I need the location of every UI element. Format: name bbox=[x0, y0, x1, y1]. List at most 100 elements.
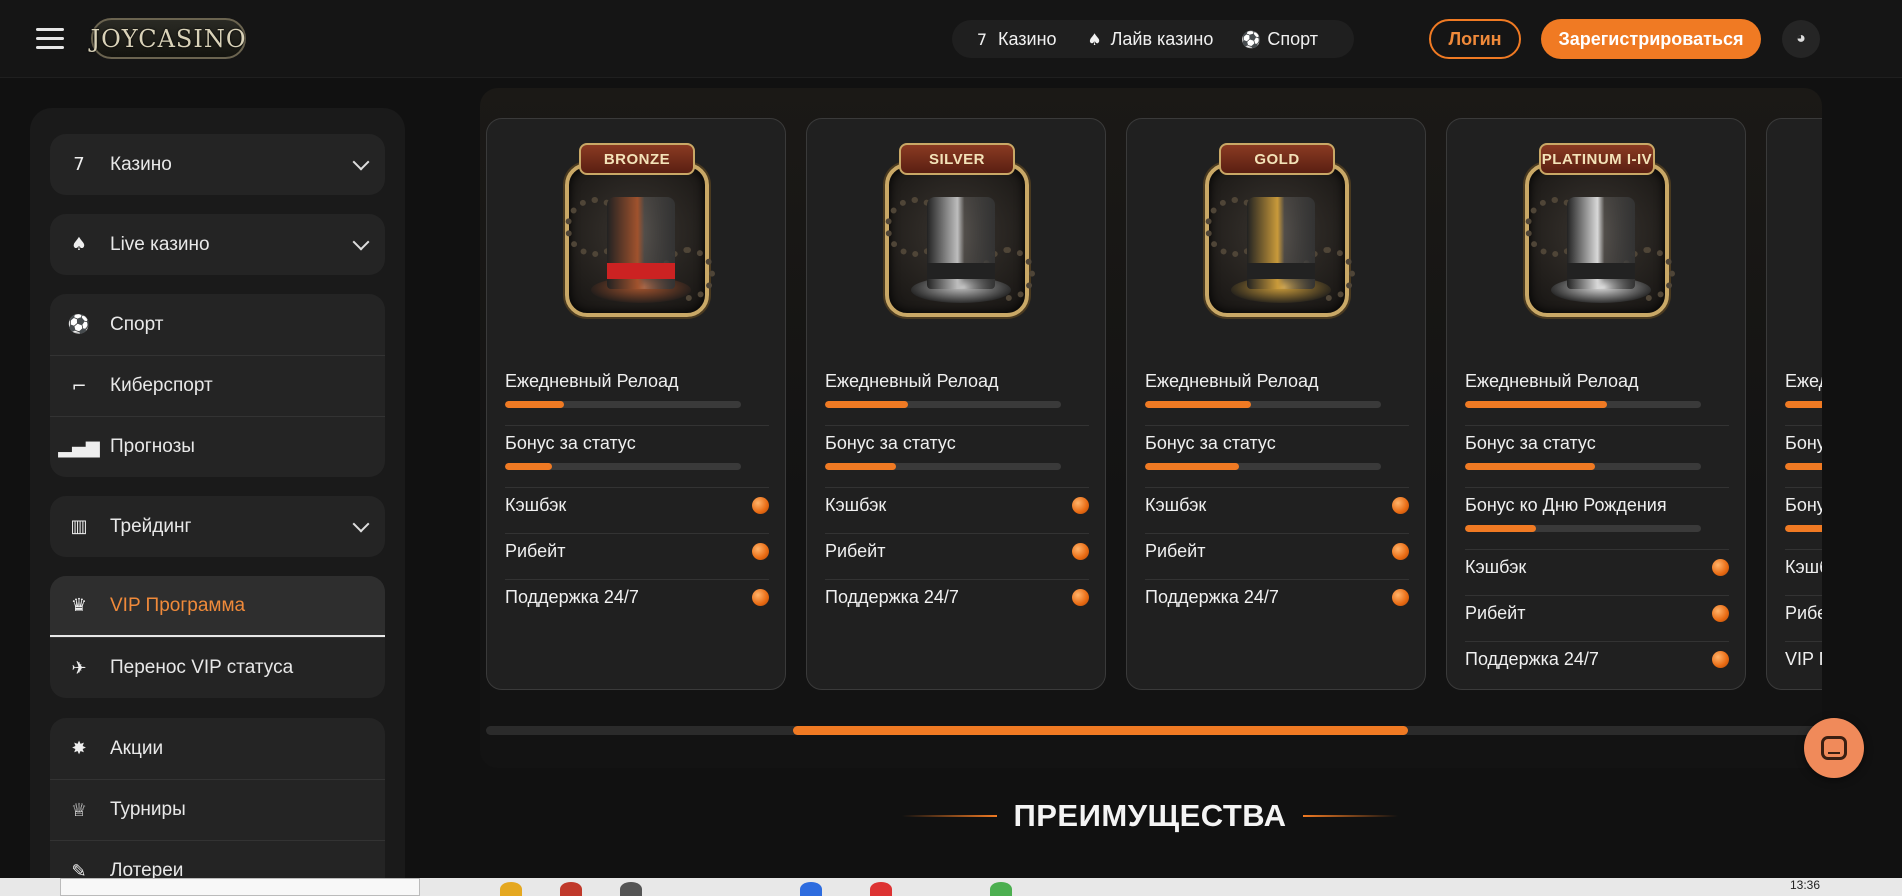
top-nav-casino[interactable]: 7 Казино bbox=[972, 29, 1057, 50]
vip-feature-row: Поддержка 24/7 bbox=[505, 585, 769, 609]
feature-included-dot-icon bbox=[1072, 589, 1089, 606]
hat-band bbox=[927, 263, 995, 279]
feature-label: Поддержка 24/7 bbox=[1465, 649, 1599, 669]
feature-label: Кэшбэк bbox=[1465, 557, 1527, 577]
sidebar-item-vip-program[interactable]: ♛ VIP Программа bbox=[50, 576, 385, 637]
sidebar-item-sport[interactable]: ⚽ Спорт bbox=[50, 294, 385, 355]
badge-frame bbox=[565, 163, 715, 317]
feature-progress-bar bbox=[825, 401, 1061, 408]
vip-feature-row: Рибейт bbox=[1145, 539, 1409, 563]
sidebar-item-tournaments[interactable]: ♕ Турниры bbox=[50, 779, 385, 840]
feature-divider bbox=[825, 579, 1089, 580]
vip-feature-row: Кэшбэк bbox=[1145, 493, 1409, 517]
vip-feature-row: Бонус за статус bbox=[505, 431, 769, 470]
vip-hat-badge: SILVER bbox=[867, 139, 1047, 329]
feature-divider bbox=[1465, 425, 1729, 426]
vip-feature-row: Рибейт bbox=[825, 539, 1089, 563]
feature-divider bbox=[1465, 487, 1729, 488]
feature-divider bbox=[1145, 579, 1409, 580]
feature-progress-fill bbox=[1465, 525, 1536, 532]
feature-label: Кэшбэк bbox=[1145, 495, 1207, 515]
top-nav-sport[interactable]: ⚽ Спорт bbox=[1241, 29, 1318, 50]
crown-icon: ♛ bbox=[70, 595, 88, 616]
feature-label: Поддержка 24/7 bbox=[1145, 587, 1279, 607]
feature-label: Ежедневный Релоад bbox=[505, 371, 679, 391]
taskbar-search[interactable] bbox=[60, 878, 420, 896]
vip-feature-row: Бонус за статус bbox=[1465, 431, 1729, 470]
vip-feature-row: Поддержка 24/7 bbox=[1145, 585, 1409, 609]
sevens-icon: 7 bbox=[976, 29, 988, 49]
vip-hat-badge: PLATINUM I-IV bbox=[1507, 139, 1687, 329]
feature-progress-fill bbox=[505, 463, 553, 470]
taskbar-clock: 13:36 bbox=[1790, 878, 1821, 892]
app-icon[interactable] bbox=[870, 882, 892, 896]
feature-progress-fill bbox=[1785, 401, 1822, 408]
vip-feature-row: Кэшбэк bbox=[505, 493, 769, 517]
carousel-scrollbar[interactable] bbox=[486, 726, 1822, 735]
feature-included-dot-icon bbox=[1712, 559, 1729, 576]
folder-icon[interactable] bbox=[500, 882, 522, 896]
sidebar-item-label: Казино bbox=[110, 153, 172, 175]
feature-divider bbox=[1465, 595, 1729, 596]
feature-label: Поддержка 24/7 bbox=[505, 587, 639, 607]
vip-level-name: PLATINUM I-IV bbox=[1539, 143, 1655, 175]
feature-label: Бонус за статус bbox=[1465, 433, 1596, 453]
top-nav-sport-label: Спорт bbox=[1267, 28, 1318, 49]
sidebar-item-promotions[interactable]: ✸ Акции bbox=[50, 718, 385, 779]
vip-feature-row: Бону bbox=[1785, 431, 1822, 470]
app-icon[interactable] bbox=[620, 882, 642, 896]
feature-progress-fill bbox=[1785, 525, 1822, 532]
login-button[interactable]: Логин bbox=[1429, 19, 1521, 59]
menu-burger-icon[interactable] bbox=[36, 28, 64, 50]
vip-feature-row: Кэшбэк bbox=[825, 493, 1089, 517]
top-nav-live-casino-label: Лайв казино bbox=[1110, 28, 1214, 49]
shooter-icon: ⌐ bbox=[71, 375, 87, 397]
logo-text: JOYCASINO bbox=[90, 24, 247, 53]
advantages-title: ПРЕИМУЩЕСТВА bbox=[1013, 798, 1287, 833]
feature-progress-bar bbox=[1145, 401, 1381, 408]
top-nav-live-casino[interactable]: ♠ Лайв казино bbox=[1085, 28, 1214, 50]
sidebar-item-trading[interactable]: ▥ Трейдинг bbox=[50, 496, 385, 557]
sidebar-item-predictions[interactable]: ▂▄▆ Прогнозы bbox=[50, 416, 385, 477]
vip-feature-row: Бону bbox=[1785, 493, 1822, 532]
sidebar-item-esports[interactable]: ⌐ Киберспорт bbox=[50, 355, 385, 416]
register-button[interactable]: Зарегистрироваться bbox=[1541, 19, 1761, 59]
support-chat-button[interactable] bbox=[1804, 718, 1864, 778]
vip-levels-carousel[interactable]: BRONZE Ежедневный Релоад Бонус за статус Кэ… bbox=[480, 88, 1822, 768]
sidebar-item-live-casino[interactable]: ♠ Live казино bbox=[50, 214, 385, 275]
trophy-icon: ♕ bbox=[70, 799, 88, 821]
logo[interactable]: JOYCASINO bbox=[91, 18, 246, 59]
feature-included-dot-icon bbox=[1392, 497, 1409, 514]
feature-progress-bar bbox=[1785, 401, 1822, 408]
feature-label: Рибейт bbox=[1145, 541, 1206, 561]
feature-divider bbox=[1785, 641, 1822, 642]
feature-divider bbox=[505, 579, 769, 580]
vip-feature-row: Ежедневный Релоад bbox=[1465, 369, 1729, 408]
feature-label: Ежедневный Релоад bbox=[1145, 371, 1319, 391]
feature-divider bbox=[1785, 425, 1822, 426]
feature-progress-fill bbox=[1145, 401, 1252, 408]
browser-icon[interactable] bbox=[560, 882, 582, 896]
feature-divider bbox=[505, 425, 769, 426]
sidebar-item-label: Трейдинг bbox=[110, 515, 192, 537]
feature-label: Бонус ко Дню Рождения bbox=[1465, 495, 1667, 515]
app-icon[interactable] bbox=[990, 882, 1012, 896]
feature-progress-bar bbox=[1465, 401, 1701, 408]
feature-progress-bar bbox=[505, 463, 741, 470]
chat-icon bbox=[1821, 736, 1847, 760]
language-icon[interactable]: ◕ bbox=[1782, 20, 1820, 58]
os-taskbar: 13:36 bbox=[0, 878, 1902, 896]
vip-hat-badge: BRONZE bbox=[547, 139, 727, 329]
soccer-ball-icon: ⚽ bbox=[67, 314, 91, 335]
sidebar-group-vip: ♛ VIP Программа ✈ Перенос VIP статуса bbox=[50, 576, 385, 698]
sidebar-item-label: Спорт bbox=[110, 313, 164, 335]
feature-label: Кэшбэк bbox=[505, 495, 567, 515]
sidebar-item-vip-transfer[interactable]: ✈ Перенос VIP статуса bbox=[50, 637, 385, 698]
feature-progress-bar bbox=[825, 463, 1061, 470]
feature-divider bbox=[505, 487, 769, 488]
carousel-scroll-thumb[interactable] bbox=[793, 726, 1408, 735]
sidebar-item-casino[interactable]: 7 Казино bbox=[50, 134, 385, 195]
badge-frame bbox=[1205, 163, 1355, 317]
app-icon[interactable] bbox=[800, 882, 822, 896]
star-badge-icon: ✸ bbox=[71, 738, 87, 759]
